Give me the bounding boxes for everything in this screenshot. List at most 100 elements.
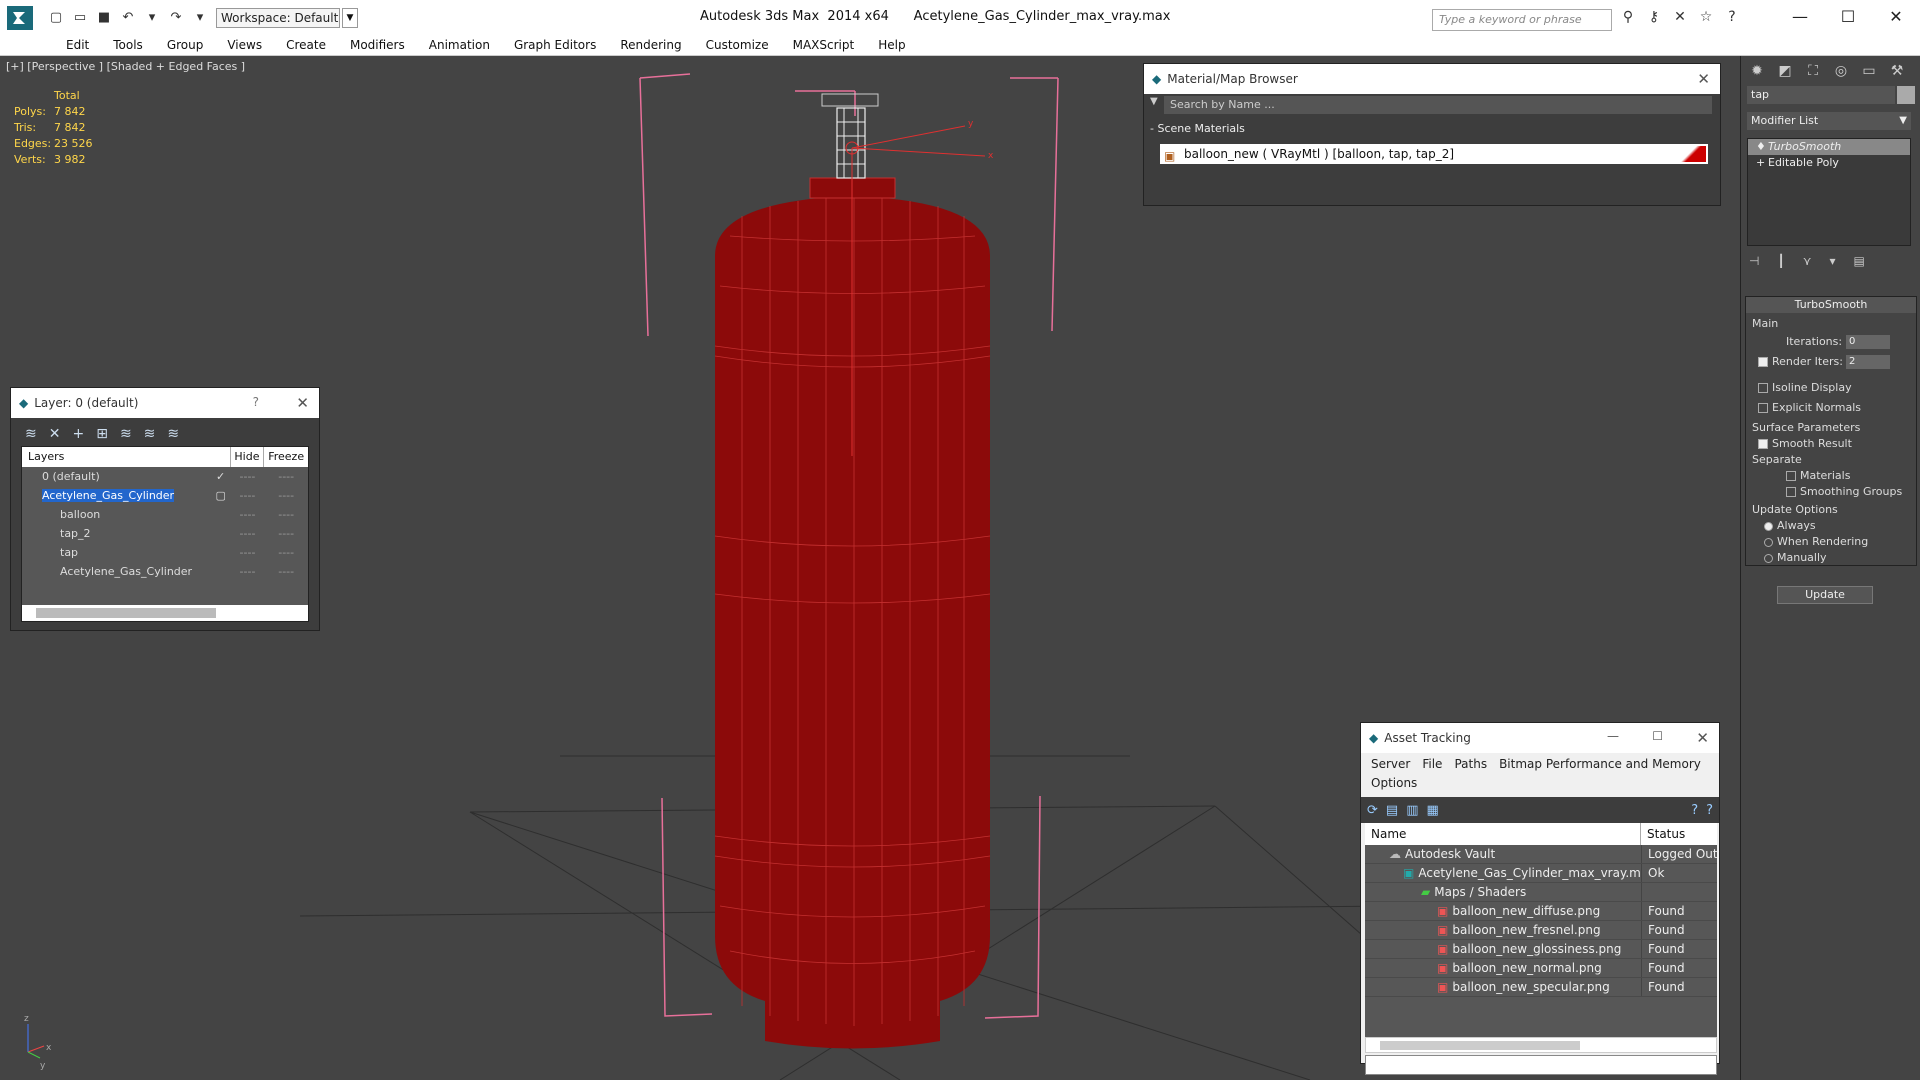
smoothing-groups-row[interactable]: Smoothing Groups	[1786, 485, 1902, 498]
table-row[interactable]: tap_2 ---- ----	[22, 524, 308, 543]
freeze-toggle[interactable]: ----	[264, 562, 308, 581]
material-browser-header[interactable]: ◆ Material/Map Browser ✕	[1144, 64, 1720, 94]
table-row[interactable]: ▣ Acetylene_Gas_Cylinder_max_vray.max Ok	[1365, 864, 1717, 883]
update-button[interactable]: Update	[1777, 586, 1873, 604]
help-icon[interactable]: ?	[253, 395, 259, 409]
viewport-label[interactable]: [+] [Perspective ] [Shaded + Edged Faces…	[6, 60, 245, 73]
table-row[interactable]: ▣ balloon_new_normal.png Found	[1365, 959, 1717, 978]
iterations-spinner[interactable]: 0	[1846, 335, 1890, 349]
scrollbar-thumb[interactable]	[1380, 1041, 1580, 1050]
modify-tab-icon[interactable]: ◩	[1773, 60, 1797, 82]
delete-layer-icon[interactable]: ✕	[49, 426, 61, 442]
expand-plus-icon[interactable]: +	[1756, 155, 1765, 171]
col-layers[interactable]: Layers	[22, 447, 231, 467]
table-row[interactable]: ▣ balloon_new_specular.png Found	[1365, 978, 1717, 997]
redo-dropdown-icon[interactable]: ▾	[190, 7, 210, 27]
table-row[interactable]: balloon ---- ----	[22, 505, 308, 524]
help-tip-icon[interactable]: ?	[1706, 803, 1713, 818]
keyword-search-input[interactable]: Type a keyword or phrase	[1432, 9, 1612, 31]
render-iters-row[interactable]: Render Iters:	[1758, 355, 1843, 368]
scene-materials-group[interactable]: - Scene Materials	[1150, 122, 1708, 138]
smooth-result-row[interactable]: Smooth Result	[1758, 437, 1852, 450]
menu-edit[interactable]: Edit	[54, 35, 101, 55]
table-row[interactable]: ▣ balloon_new_glossiness.png Found	[1365, 940, 1717, 959]
col-freeze[interactable]: Freeze	[264, 447, 308, 467]
menu-paths[interactable]: Paths	[1448, 755, 1493, 774]
hide-all-icon[interactable]: ≋	[144, 426, 156, 442]
freeze-toggle[interactable]: ----	[264, 543, 308, 562]
hide-toggle[interactable]: ----	[231, 524, 265, 543]
menu-server[interactable]: Server	[1365, 755, 1416, 774]
freeze-toggle[interactable]: ----	[264, 505, 308, 524]
always-row[interactable]: Always	[1764, 519, 1816, 532]
menu-views[interactable]: Views	[215, 35, 274, 55]
workspace-select[interactable]: Workspace: Default	[216, 8, 340, 28]
asset-tracking-header[interactable]: ◆ Asset Tracking — ☐ ✕	[1361, 723, 1719, 753]
menu-file[interactable]: File	[1416, 755, 1448, 774]
select-objects-icon[interactable]: ⊞	[96, 426, 108, 442]
menu-help[interactable]: Help	[866, 35, 917, 55]
col-hide[interactable]: Hide	[231, 447, 265, 467]
render-iters-checkbox[interactable]	[1758, 357, 1768, 367]
smooth-result-checkbox[interactable]	[1758, 439, 1768, 449]
close-icon[interactable]: ✕	[1696, 729, 1709, 747]
smoothing-groups-checkbox[interactable]	[1786, 487, 1796, 497]
refresh-icon[interactable]: ⟳	[1367, 803, 1378, 818]
remove-modifier-icon[interactable]: ▾	[1829, 254, 1835, 268]
workspace-dropdown-icon[interactable]: ▼	[342, 8, 358, 28]
undo-dropdown-icon[interactable]: ▾	[142, 7, 162, 27]
create-tab-icon[interactable]: ✹	[1745, 60, 1769, 82]
scrollbar-thumb[interactable]	[36, 608, 216, 618]
thumbnail-view-icon[interactable]: ▥	[1406, 803, 1418, 818]
explicit-normals-checkbox[interactable]	[1758, 403, 1768, 413]
menu-customize[interactable]: Customize	[694, 35, 781, 55]
maximize-button[interactable]: ☐	[1652, 729, 1663, 743]
stack-item-turbosmooth[interactable]: ♦ TurboSmooth	[1748, 139, 1910, 155]
manually-radio[interactable]	[1764, 553, 1773, 563]
display-tab-icon[interactable]: ▭	[1857, 60, 1881, 82]
table-row[interactable]: tap ---- ----	[22, 543, 308, 562]
maximize-button[interactable]: ☐	[1824, 0, 1872, 32]
table-row[interactable]: Acetylene_Gas_Cylinder ▢ ---- ----	[22, 486, 308, 505]
layer-panel-header[interactable]: ◆ Layer: 0 (default) ? ✕	[11, 388, 319, 418]
help-icon[interactable]: ?	[1691, 803, 1698, 818]
col-status[interactable]: Status	[1641, 823, 1717, 845]
hide-toggle[interactable]: ----	[231, 543, 265, 562]
save-icon[interactable]: ■	[94, 7, 114, 27]
close-button[interactable]: ✕	[1872, 0, 1920, 32]
freeze-toggle[interactable]: ----	[264, 486, 308, 505]
when-rendering-radio[interactable]	[1764, 537, 1773, 547]
app-logo-icon[interactable]	[0, 0, 40, 35]
list-view-icon[interactable]: ▤	[1386, 803, 1398, 818]
isoline-row[interactable]: Isoline Display	[1758, 381, 1852, 394]
key-icon[interactable]: ⚷	[1644, 9, 1664, 29]
menu-modifiers[interactable]: Modifiers	[338, 35, 417, 55]
freeze-all-icon[interactable]: ≋	[167, 426, 179, 442]
configure-sets-icon[interactable]: ▤	[1854, 254, 1865, 268]
close-icon[interactable]: ✕	[1697, 70, 1710, 88]
add-to-layer-icon[interactable]: +	[72, 426, 84, 442]
menu-bitmap-performance[interactable]: Bitmap Performance and Memory	[1493, 755, 1707, 774]
minimize-button[interactable]: —	[1776, 0, 1824, 32]
object-color-swatch[interactable]	[1897, 86, 1915, 104]
table-row[interactable]: 0 (default) ✓ ---- ----	[22, 467, 308, 486]
isoline-checkbox[interactable]	[1758, 383, 1768, 393]
menu-create[interactable]: Create	[274, 35, 338, 55]
col-name[interactable]: Name	[1365, 823, 1641, 845]
table-row[interactable]: Acetylene_Gas_Cylinder ---- ----	[22, 562, 308, 581]
menu-options[interactable]: Options	[1365, 774, 1423, 793]
current-layer-check[interactable]: ✓	[211, 467, 231, 486]
motion-tab-icon[interactable]: ◎	[1829, 60, 1853, 82]
redo-icon[interactable]: ↷	[166, 7, 186, 27]
modifier-list-dropdown[interactable]: Modifier List ▼	[1747, 112, 1911, 130]
menu-tools[interactable]: Tools	[101, 35, 155, 55]
horizontal-scrollbar[interactable]	[22, 605, 308, 621]
table-view-icon[interactable]: ▦	[1427, 803, 1439, 818]
menu-graph-editors[interactable]: Graph Editors	[502, 35, 608, 55]
lightbulb-icon[interactable]: ♦	[1756, 139, 1766, 155]
material-search-input[interactable]: Search by Name ...	[1164, 96, 1712, 114]
close-icon[interactable]: ✕	[296, 394, 309, 412]
explicit-normals-row[interactable]: Explicit Normals	[1758, 401, 1861, 414]
object-name-input[interactable]: tap	[1747, 86, 1895, 104]
menu-group[interactable]: Group	[155, 35, 216, 55]
